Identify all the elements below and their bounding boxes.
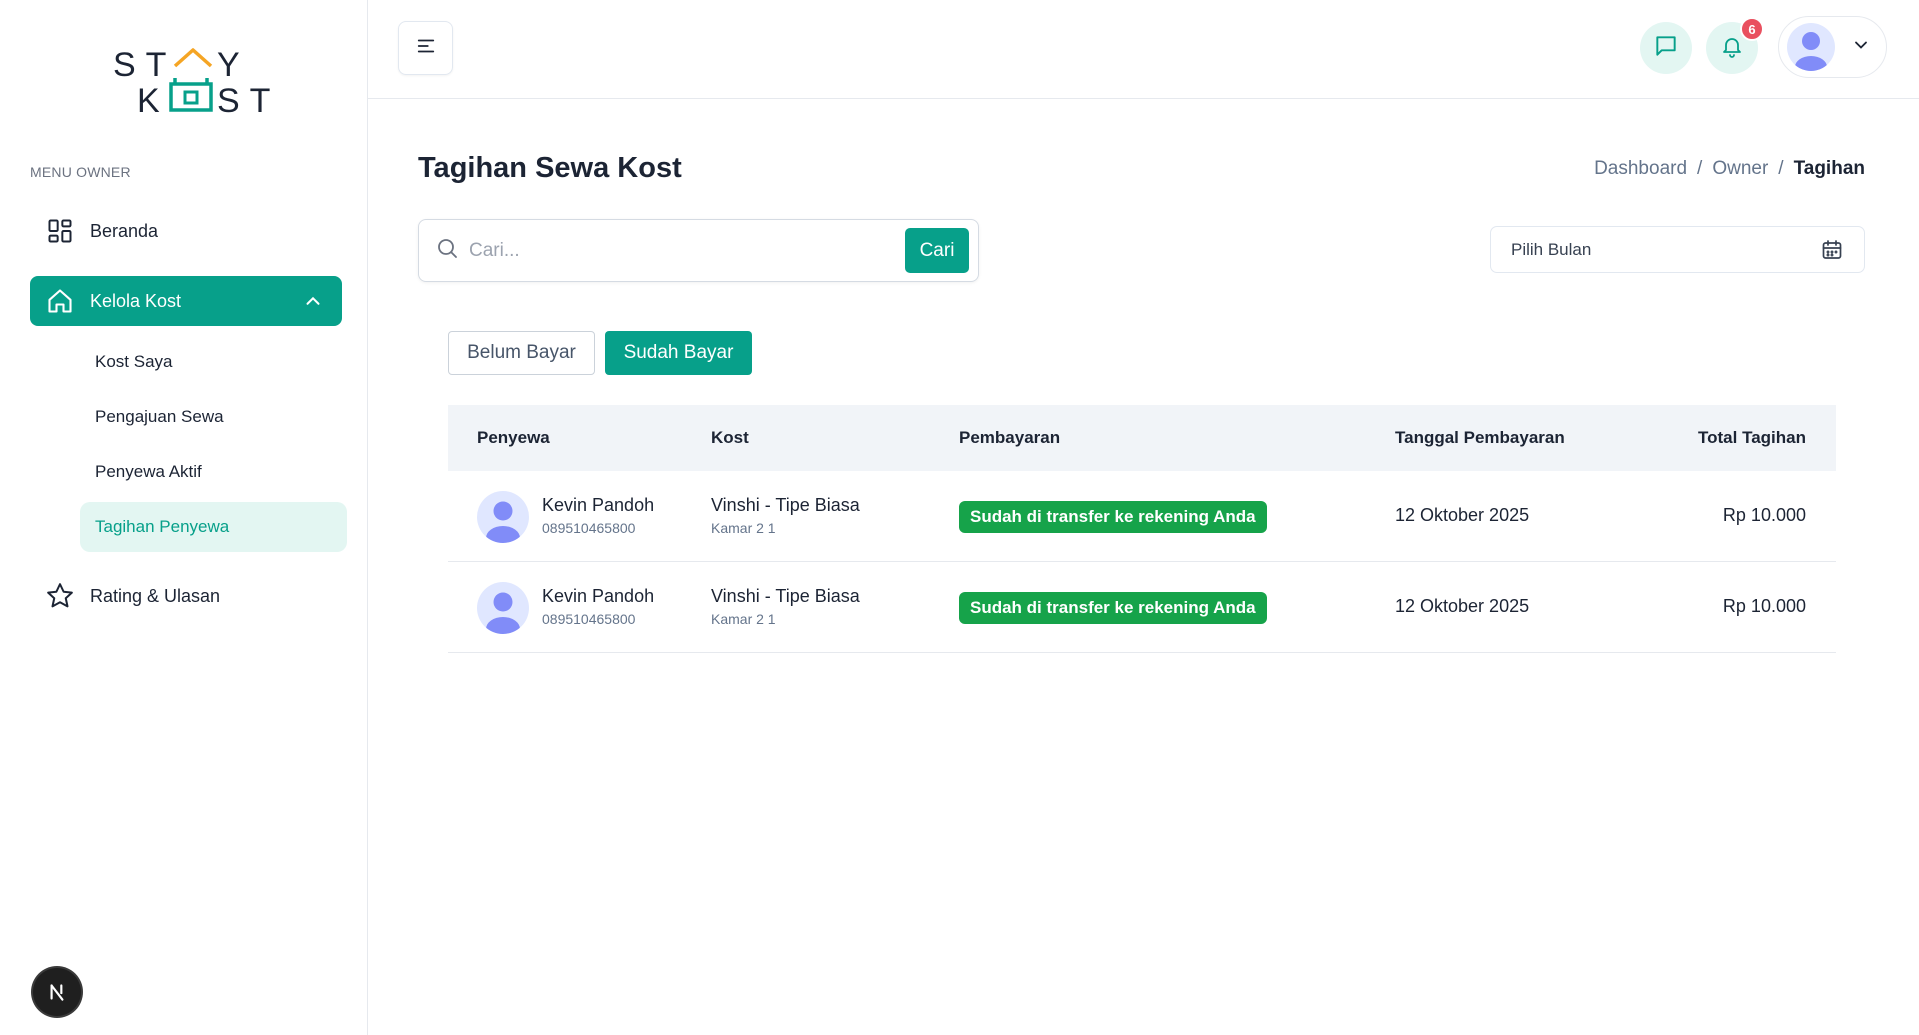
tenant-phone: 089510465800 <box>542 520 636 536</box>
tenant-avatar <box>477 491 529 543</box>
chevron-up-icon <box>302 290 324 312</box>
payment-cell: Sudah di transfer ke rekening Anda <box>959 592 1267 624</box>
total-bill: Rp 10.000 <box>1722 596 1806 616</box>
notification-count-badge: 6 <box>1740 17 1764 41</box>
star-icon <box>45 581 75 611</box>
tab-belum-bayar[interactable]: Belum Bayar <box>448 331 595 375</box>
breadcrumb-owner[interactable]: Owner <box>1712 158 1768 180</box>
breadcrumb: Dashboard / Owner / Tagihan <box>1594 158 1865 180</box>
grid-icon <box>45 216 75 246</box>
kost-name: Vinshi - Tipe Biasa <box>711 495 860 515</box>
avatar <box>1787 23 1835 71</box>
tenant-phone: 089510465800 <box>542 611 636 627</box>
chat-icon <box>1653 33 1679 64</box>
kost-room: Kamar 2 1 <box>711 611 776 627</box>
kost-cell: Vinshi - Tipe Biasa Kamar 2 1 <box>711 586 860 627</box>
hamburger-icon <box>415 35 437 62</box>
status-badge: Sudah di transfer ke rekening Anda <box>959 592 1267 624</box>
notifications-button[interactable]: 6 <box>1706 17 1764 74</box>
user-menu-button[interactable] <box>1778 16 1887 78</box>
tenant-cell: Kevin Pandoh 089510465800 <box>542 495 654 536</box>
sidebar-subitem-tagihan-penyewa[interactable]: Tagihan Penyewa <box>80 502 347 552</box>
nextjs-devtools-icon[interactable] <box>33 968 81 1016</box>
search-box: Cari <box>418 219 979 282</box>
search-icon <box>435 236 459 265</box>
chevron-down-icon <box>1851 35 1871 60</box>
sidebar-subitem-label: Penyewa Aktif <box>95 462 202 481</box>
tenant-avatar <box>477 582 529 634</box>
home-icon <box>45 286 75 316</box>
sidebar-subitem-label: Pengajuan Sewa <box>95 407 224 426</box>
messages-button[interactable] <box>1640 22 1692 74</box>
column-header-tanggal: Tanggal Pembayaran <box>1395 428 1565 447</box>
kost-cell: Vinshi - Tipe Biasa Kamar 2 1 <box>711 495 860 536</box>
column-header-pembayaran: Pembayaran <box>959 428 1061 447</box>
month-picker-placeholder: Pilih Bulan <box>1511 239 1592 259</box>
billing-table: Penyewa Kost Pembayaran Tanggal Pembayar… <box>448 405 1836 653</box>
tenant-name: Kevin Pandoh <box>542 586 655 606</box>
breadcrumb-separator: / <box>1778 158 1784 179</box>
table-row[interactable]: Kevin Pandoh 089510465800 Vinshi - Tipe … <box>448 562 1836 653</box>
svg-text:ST: ST <box>113 46 176 84</box>
payment-cell: Sudah di transfer ke rekening Anda <box>959 501 1267 533</box>
sidebar-subitem-pengajuan-sewa[interactable]: Pengajuan Sewa <box>80 392 347 442</box>
status-badge: Sudah di transfer ke rekening Anda <box>959 501 1267 533</box>
column-header-penyewa: Penyewa <box>477 428 550 447</box>
table-header: Penyewa Kost Pembayaran Tanggal Pembayar… <box>448 405 1836 471</box>
svg-text:K: K <box>137 82 160 120</box>
sidebar-subitem-kost-saya[interactable]: Kost Saya <box>80 337 347 387</box>
sidebar-item-beranda[interactable]: Beranda <box>30 206 342 256</box>
search-input[interactable] <box>469 239 899 262</box>
sidebar-item-kelola-kost[interactable]: Kelola Kost <box>30 276 342 326</box>
month-picker[interactable]: Pilih Bulan <box>1490 226 1865 273</box>
tab-sudah-bayar[interactable]: Sudah Bayar <box>605 331 752 375</box>
payment-date: 12 Oktober 2025 <box>1395 596 1530 616</box>
svg-text:ST: ST <box>217 82 275 120</box>
breadcrumb-current: Tagihan <box>1793 158 1865 179</box>
app: ST Y K ST MENU OWNER Beranda Kelola Kost… <box>0 0 1919 1035</box>
tenant-cell: Kevin Pandoh 089510465800 <box>542 586 654 627</box>
top-header: 6 <box>368 0 1919 99</box>
breadcrumb-separator: / <box>1697 158 1703 179</box>
sidebar-subitem-penyewa-aktif[interactable]: Penyewa Aktif <box>80 447 347 497</box>
sidebar-item-label: Beranda <box>90 220 159 241</box>
sidebar-item-label: Rating & Ulasan <box>90 585 221 606</box>
sidebar-item-label: Kelola Kost <box>90 290 182 311</box>
bell-icon <box>1720 34 1744 63</box>
kost-room: Kamar 2 1 <box>711 520 776 536</box>
sidebar-item-rating-ulasan[interactable]: Rating & Ulasan <box>30 571 342 621</box>
calendar-icon <box>1820 238 1844 267</box>
page-title: Tagihan Sewa Kost <box>418 152 682 184</box>
payment-date: 12 Oktober 2025 <box>1395 505 1530 525</box>
sidebar-subitem-label: Tagihan Penyewa <box>95 517 230 536</box>
menu-title: MENU OWNER <box>30 164 131 180</box>
search-button[interactable]: Cari <box>905 228 969 273</box>
staykost-logo[interactable]: ST Y K ST <box>105 42 275 122</box>
sidebar-subitem-label: Kost Saya <box>95 352 173 371</box>
svg-text:Y: Y <box>217 46 240 84</box>
table-row[interactable]: Kevin Pandoh 089510465800 Vinshi - Tipe … <box>448 471 1836 562</box>
column-header-total: Total Tagihan <box>1698 428 1806 447</box>
kost-name: Vinshi - Tipe Biasa <box>711 586 860 606</box>
tenant-name: Kevin Pandoh <box>542 495 655 515</box>
menu-toggle-button[interactable] <box>398 21 453 75</box>
total-bill: Rp 10.000 <box>1722 505 1806 525</box>
breadcrumb-dashboard[interactable]: Dashboard <box>1594 158 1687 180</box>
sidebar: ST Y K ST MENU OWNER Beranda Kelola Kost… <box>5 0 368 1035</box>
column-header-kost: Kost <box>711 428 749 447</box>
